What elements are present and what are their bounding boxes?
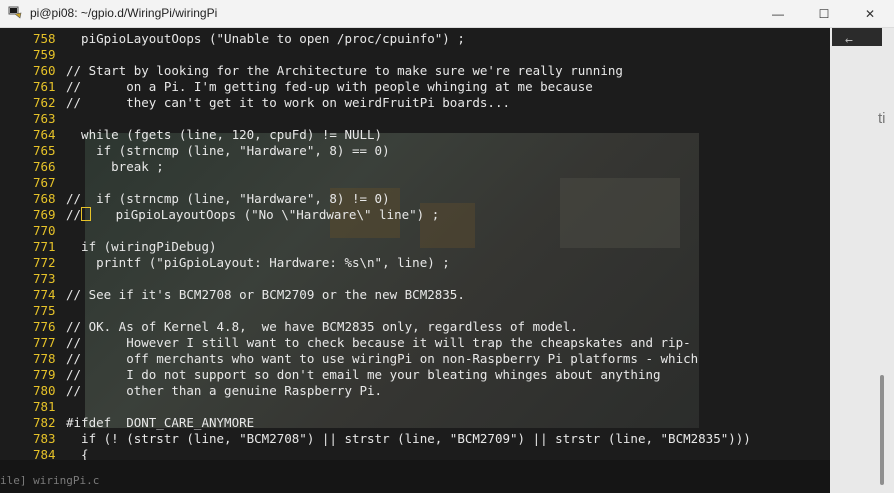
line-code: // they can't get it to work on weirdFru… bbox=[66, 95, 511, 110]
background-window-text: ti bbox=[878, 110, 886, 127]
code-text: piGpioLayoutOops ("No \"Hardware\" line"… bbox=[93, 207, 440, 222]
back-arrow-icon[interactable]: ← bbox=[845, 33, 853, 48]
line-number: 760 bbox=[33, 63, 56, 78]
line-number: 778 bbox=[33, 351, 56, 366]
line-number: 774 bbox=[33, 287, 56, 302]
code-line: 776 // OK. As of Kernel 4.8, we have BCM2… bbox=[0, 319, 830, 335]
terminal-window[interactable]: 758 piGpioLayoutOops ("Unable to open /p… bbox=[0, 28, 830, 493]
line-number: 783 bbox=[33, 431, 56, 446]
code-line: 783 if (! (strstr (line, "BCM2708") || s… bbox=[0, 431, 830, 447]
code-line: 771 if (wiringPiDebug) bbox=[0, 239, 830, 255]
code-line: 775 bbox=[0, 303, 830, 319]
text-cursor bbox=[81, 207, 92, 221]
code-line: 761 // on a Pi. I'm getting fed-up with p… bbox=[0, 79, 830, 95]
line-code: // Start by looking for the Architecture… bbox=[66, 63, 623, 78]
line-code: if (! (strstr (line, "BCM2708") || strst… bbox=[66, 431, 751, 446]
line-number: 761 bbox=[33, 79, 56, 94]
line-number: 777 bbox=[33, 335, 56, 350]
code-line: 770 bbox=[0, 223, 830, 239]
line-code: piGpioLayoutOops ("Unable to open /proc/… bbox=[66, 31, 465, 46]
code-line: 769 // piGpioLayoutOops ("No \"Hardware\"… bbox=[0, 207, 830, 223]
line-number: 769 bbox=[33, 207, 56, 222]
line-number: 765 bbox=[33, 143, 56, 158]
line-number: 773 bbox=[33, 271, 56, 286]
code-line: 765 if (strncmp (line, "Hardware", 8) ==… bbox=[0, 143, 830, 159]
line-code: printf ("piGpioLayout: Hardware: %s\n", … bbox=[66, 255, 450, 270]
close-button[interactable]: ✕ bbox=[847, 0, 893, 27]
line-code: // on a Pi. I'm getting fed-up with peop… bbox=[66, 79, 593, 94]
code-line: 763 bbox=[0, 111, 830, 127]
code-line: 767 bbox=[0, 175, 830, 191]
line-number: 767 bbox=[33, 175, 56, 190]
line-number: 776 bbox=[33, 319, 56, 334]
line-code: // off merchants who want to use wiringP… bbox=[66, 351, 699, 366]
code-line: 758 piGpioLayoutOops ("Unable to open /p… bbox=[0, 31, 830, 47]
code-line: 773 bbox=[0, 271, 830, 287]
line-code: if (wiringPiDebug) bbox=[66, 239, 217, 254]
maximize-icon: ☐ bbox=[818, 6, 830, 21]
line-code: // if (strncmp (line, "Hardware", 8) != … bbox=[66, 191, 390, 206]
line-number: 768 bbox=[33, 191, 56, 206]
putty-terminal-icon bbox=[8, 6, 22, 19]
line-code: while (fgets (line, 120, cpuFd) != NULL) bbox=[66, 127, 383, 142]
code-line: 764 while (fgets (line, 120, cpuFd) != N… bbox=[0, 127, 830, 143]
line-code: // However I still want to check because… bbox=[66, 335, 691, 350]
code-line: 779 // I do not support so don't email me… bbox=[0, 367, 830, 383]
line-code: if (strncmp (line, "Hardware", 8) == 0) bbox=[66, 143, 390, 158]
minimize-icon: — bbox=[772, 6, 784, 21]
line-number: 759 bbox=[33, 47, 56, 62]
line-code: // other than a genuine Raspberry Pi. bbox=[66, 383, 383, 398]
line-number: 758 bbox=[33, 31, 56, 46]
line-number: 766 bbox=[33, 159, 56, 174]
line-code: break ; bbox=[66, 159, 164, 174]
line-number: 782 bbox=[33, 415, 56, 430]
status-area bbox=[0, 460, 830, 493]
title-bar: pi@pi08: ~/gpio.d/WiringPi/wiringPi — ☐ … bbox=[0, 0, 894, 28]
line-number: 763 bbox=[33, 111, 56, 126]
line-number: 764 bbox=[33, 127, 56, 142]
background-window bbox=[830, 28, 894, 493]
code-line: 760 // Start by looking for the Architect… bbox=[0, 63, 830, 79]
line-number: 770 bbox=[33, 223, 56, 238]
line-number: 775 bbox=[33, 303, 56, 318]
status-text: ile] wiringPi.c bbox=[0, 474, 100, 487]
code-line: 766 break ; bbox=[0, 159, 830, 175]
line-number: 781 bbox=[33, 399, 56, 414]
line-code: // OK. As of Kernel 4.8, we have BCM2835… bbox=[66, 319, 578, 334]
line-number: 780 bbox=[33, 383, 56, 398]
line-code: // See if it's BCM2708 or BCM2709 or the… bbox=[66, 287, 465, 302]
code-line: 772 printf ("piGpioLayout: Hardware: %s\… bbox=[0, 255, 830, 271]
line-code: // piGpioLayoutOops ("No \"Hardware\" li… bbox=[66, 207, 439, 223]
code-line: 768 // if (strncmp (line, "Hardware", 8) … bbox=[0, 191, 830, 207]
code-line: 778 // off merchants who want to use wiri… bbox=[0, 351, 830, 367]
line-code: #ifdef DONT_CARE_ANYMORE bbox=[66, 415, 255, 430]
code-line: 782 #ifdef DONT_CARE_ANYMORE bbox=[0, 415, 830, 431]
code-line: 780 // other than a genuine Raspberry Pi. bbox=[0, 383, 830, 399]
code-line: 777 // However I still want to check beca… bbox=[0, 335, 830, 351]
window-title: pi@pi08: ~/gpio.d/WiringPi/wiringPi bbox=[30, 6, 218, 20]
minimize-button[interactable]: — bbox=[755, 0, 801, 27]
scrollbar[interactable] bbox=[880, 375, 884, 485]
line-code: // I do not support so don't email me yo… bbox=[66, 367, 661, 382]
line-number: 772 bbox=[33, 255, 56, 270]
code-line: 781 bbox=[0, 399, 830, 415]
maximize-button[interactable]: ☐ bbox=[801, 0, 847, 27]
close-icon: ✕ bbox=[864, 6, 876, 21]
code-line: 759 bbox=[0, 47, 830, 63]
background-window-toolbar bbox=[832, 28, 882, 46]
line-number: 779 bbox=[33, 367, 56, 382]
line-number: 762 bbox=[33, 95, 56, 110]
code-line: 774 // See if it's BCM2708 or BCM2709 or … bbox=[0, 287, 830, 303]
code-comment-prefix: // bbox=[66, 207, 82, 222]
code-line: 762 // they can't get it to work on weird… bbox=[0, 95, 830, 111]
line-number: 771 bbox=[33, 239, 56, 254]
